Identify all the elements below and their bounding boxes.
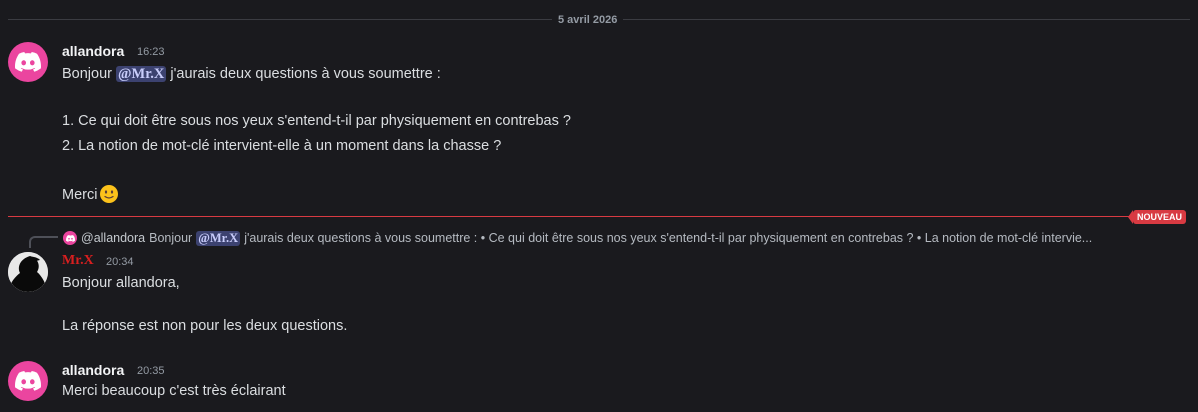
user-mention[interactable]: @Mr.X — [196, 230, 241, 246]
message-author[interactable]: allandora — [62, 42, 124, 60]
user-mention[interactable]: @Mr.X — [116, 66, 167, 82]
discord-logo-icon — [15, 371, 41, 391]
message-line: 2. La notion de mot-clé intervient-elle … — [62, 138, 502, 154]
message-line: Bonjour allandora, — [62, 275, 180, 291]
discord-logo-icon — [15, 52, 41, 72]
reply-author[interactable]: @allandora — [81, 231, 145, 245]
message-author[interactable]: allandora — [62, 361, 124, 379]
message-line: Merci beaucoup c'est très éclairant — [62, 383, 286, 399]
message-line: Bonjour @Mr.X j'aurais deux questions à … — [62, 64, 441, 84]
reply-avatar — [63, 231, 77, 245]
reply-connector — [29, 236, 58, 248]
slightly-smiling-face-icon[interactable] — [99, 184, 119, 204]
discord-logo-icon — [65, 234, 75, 242]
message-line: Merci — [62, 184, 119, 205]
message-text: j'aurais deux questions à vous soumettre… — [170, 66, 441, 82]
avatar-allandora[interactable] — [8, 361, 48, 401]
reply-preview[interactable]: @allandora Bonjour @Mr.X j'aurais deux q… — [63, 229, 1183, 247]
message-author[interactable]: Mr.X — [62, 252, 94, 270]
avatar-mr-x[interactable] — [8, 252, 48, 292]
new-messages-divider — [8, 216, 1186, 217]
reply-text: j'aurais deux questions à vous soumettre… — [244, 231, 1093, 245]
silhouette-avatar-icon — [8, 252, 48, 292]
reply-text: Bonjour — [149, 231, 193, 245]
message-line: La réponse est non pour les deux questio… — [62, 318, 348, 334]
message-timestamp[interactable]: 16:23 — [137, 43, 165, 61]
avatar-allandora[interactable] — [8, 42, 48, 82]
message-timestamp[interactable]: 20:34 — [106, 253, 134, 271]
message-text: Bonjour — [62, 66, 112, 82]
message-timestamp[interactable]: 20:35 — [137, 362, 165, 380]
message-line: 1. Ce qui doit être sous nos yeux s'ente… — [62, 113, 571, 129]
message-text: Merci — [62, 187, 98, 203]
new-messages-badge: NOUVEAU — [1127, 210, 1186, 224]
date-divider-label: 5 avril 2026 — [552, 12, 624, 28]
